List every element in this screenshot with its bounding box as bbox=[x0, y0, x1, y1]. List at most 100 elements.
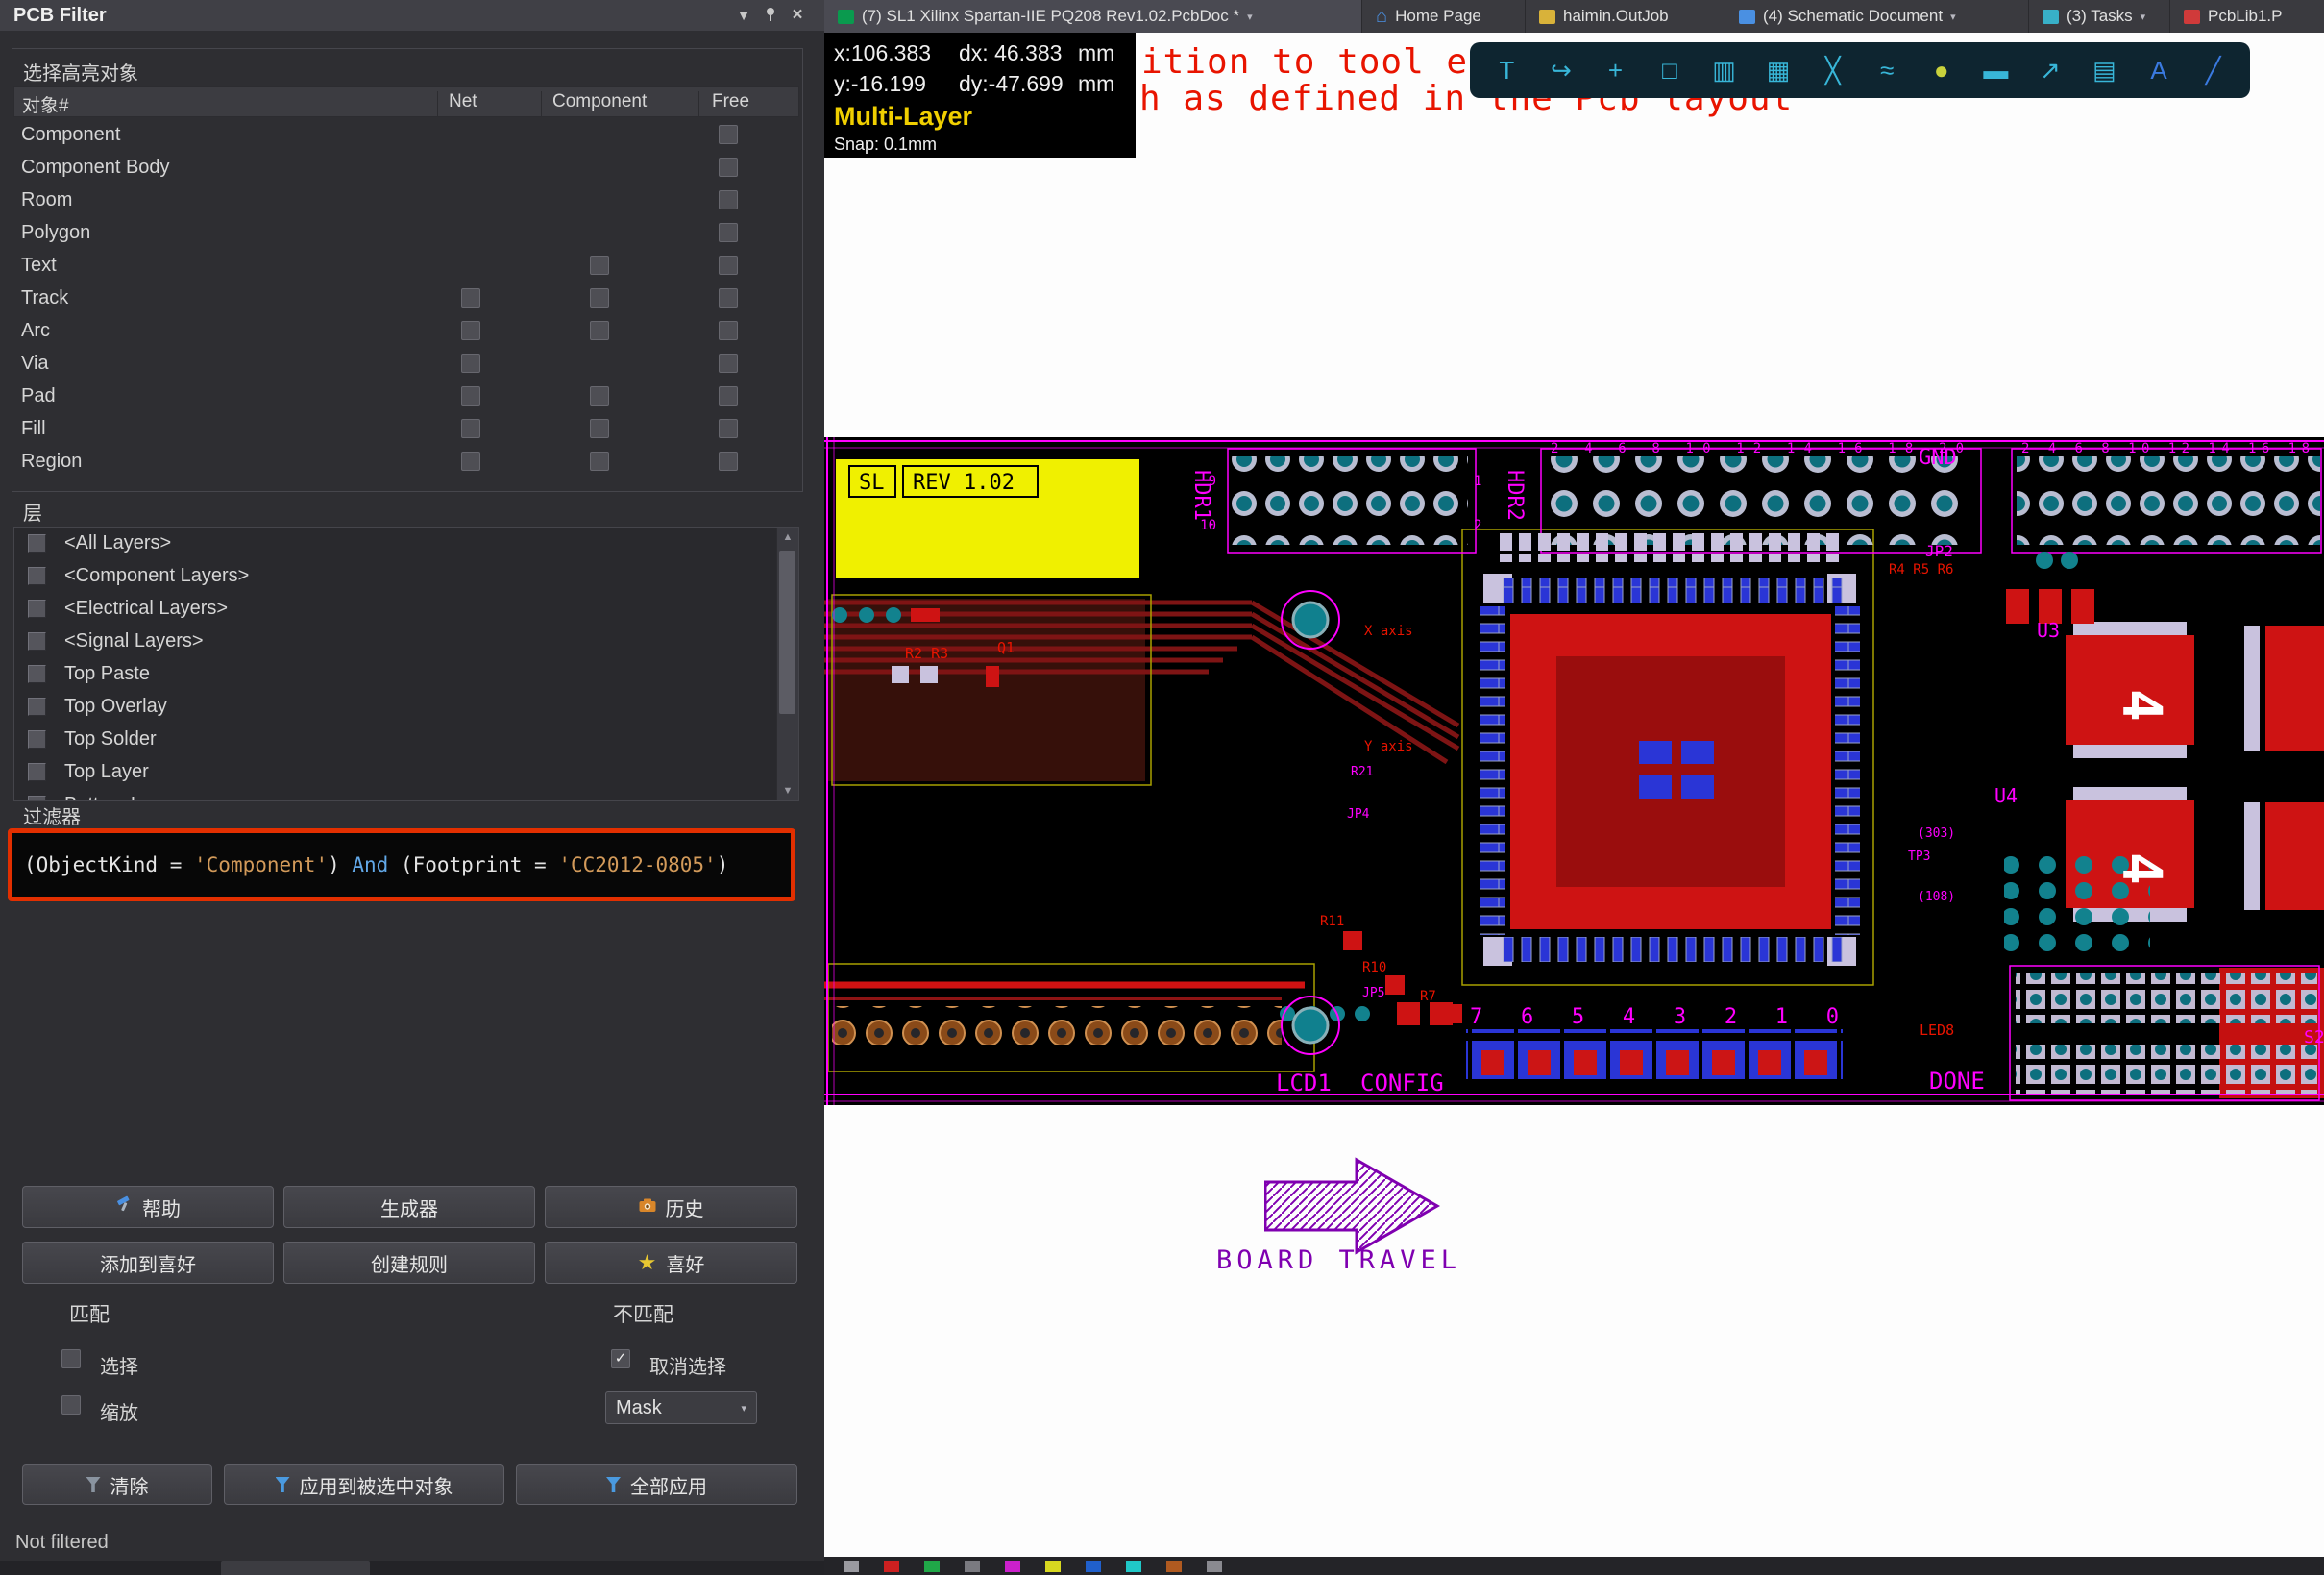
clear-button[interactable]: 清除 bbox=[22, 1464, 212, 1505]
designators-r2r3[interactable]: R2 R3 bbox=[905, 645, 948, 662]
layer-tab-chip[interactable] bbox=[1166, 1561, 1182, 1572]
builder-button[interactable]: 生成器 bbox=[283, 1186, 535, 1228]
apply-all-button[interactable]: 全部应用 bbox=[516, 1464, 797, 1505]
board-travel-arrow[interactable] bbox=[1264, 1153, 1447, 1259]
layer-checkbox[interactable] bbox=[28, 730, 46, 749]
route-icon[interactable]: ↪ bbox=[1540, 56, 1582, 86]
layer-checkbox[interactable] bbox=[28, 567, 46, 585]
net-checkbox[interactable] bbox=[461, 354, 480, 373]
deselect-checkbox[interactable] bbox=[611, 1349, 630, 1368]
tab-schematic[interactable]: (4) Schematic Document ▾ bbox=[1725, 0, 2029, 33]
designator-r21[interactable]: R21 bbox=[1351, 765, 1373, 779]
layer-item[interactable]: Top Paste bbox=[14, 658, 798, 691]
chevron-down-icon[interactable]: ▾ bbox=[2141, 11, 2146, 23]
net-checkbox[interactable] bbox=[461, 419, 480, 438]
layer-item[interactable]: <All Layers> bbox=[14, 528, 798, 560]
key-icon[interactable]: ● bbox=[1920, 56, 1963, 86]
layer-checkbox[interactable] bbox=[28, 632, 46, 651]
layer-tab-chip[interactable] bbox=[965, 1561, 980, 1572]
layer-tab-chip[interactable] bbox=[844, 1561, 859, 1572]
free-checkbox[interactable] bbox=[719, 158, 738, 177]
tab-home-page[interactable]: ⌂ Home Page bbox=[1362, 0, 1526, 33]
plane-icon[interactable]: ▬ bbox=[1974, 56, 2017, 86]
wave-icon[interactable]: ≈ bbox=[1866, 56, 1908, 86]
layer-item[interactable]: <Component Layers> bbox=[14, 560, 798, 593]
pcb-board[interactable]: SL REV 1.02 bbox=[824, 437, 2324, 1105]
net-checkbox[interactable] bbox=[461, 321, 480, 340]
favorites-button[interactable]: ★ 喜好 bbox=[545, 1242, 797, 1284]
free-checkbox[interactable] bbox=[719, 288, 738, 308]
pin-icon[interactable] bbox=[757, 7, 784, 25]
layer-item[interactable]: Top Layer bbox=[14, 756, 798, 789]
measure-icon[interactable]: ↗ bbox=[2029, 56, 2071, 86]
tab-pcbdoc[interactable]: (7) SL1 Xilinx Spartan-IIE PQ208 Rev1.02… bbox=[824, 0, 1362, 33]
net-checkbox[interactable] bbox=[461, 452, 480, 471]
value-108[interactable]: (108) bbox=[1918, 890, 1955, 904]
designator-u4[interactable]: U4 bbox=[1994, 784, 2018, 807]
through-hole-row[interactable] bbox=[832, 1006, 1282, 1045]
qfp-footprint[interactable] bbox=[1480, 574, 1860, 966]
layer-tab-chip[interactable] bbox=[1126, 1561, 1141, 1572]
label-done[interactable]: DONE bbox=[1929, 1068, 1985, 1095]
designator-q1[interactable]: Q1 bbox=[997, 639, 1015, 656]
designators-r4r5r6[interactable]: R4 R5 R6 bbox=[1889, 562, 1953, 578]
free-checkbox[interactable] bbox=[719, 321, 738, 340]
value-303[interactable]: (303) bbox=[1918, 826, 1955, 841]
axis-label-x[interactable]: X axis bbox=[1364, 624, 1413, 639]
board-travel-label[interactable]: BOARD TRAVEL bbox=[1216, 1245, 1504, 1275]
led-module-row[interactable] bbox=[1466, 1029, 1843, 1079]
pcb-editor-canvas[interactable]: ition to tool end h as defined in the Pc… bbox=[824, 33, 2324, 1575]
free-checkbox[interactable] bbox=[719, 125, 738, 144]
tab-outjob[interactable]: haimin.OutJob bbox=[1526, 0, 1725, 33]
layer-checkbox[interactable] bbox=[28, 763, 46, 781]
select-area-icon[interactable]: □ bbox=[1649, 56, 1691, 86]
line-icon[interactable]: ╱ bbox=[2192, 56, 2235, 86]
free-checkbox[interactable] bbox=[719, 190, 738, 209]
layer-checkbox[interactable] bbox=[28, 698, 46, 716]
scrollbar[interactable]: ▲ ▼ bbox=[776, 528, 798, 800]
grid-icon[interactable]: ▦ bbox=[1757, 56, 1799, 86]
designator-tp3[interactable]: TP3 bbox=[1908, 849, 1930, 864]
layer-item[interactable]: Top Overlay bbox=[14, 691, 798, 724]
report-icon[interactable]: ▤ bbox=[2083, 56, 2125, 86]
layer-tab-chip[interactable] bbox=[1005, 1561, 1020, 1572]
select-checkbox[interactable] bbox=[61, 1349, 81, 1368]
layer-item[interactable]: <Electrical Layers> bbox=[14, 593, 798, 626]
apply-selected-button[interactable]: 应用到被选中对象 bbox=[224, 1464, 504, 1505]
designator-r11[interactable]: R11 bbox=[1320, 914, 1344, 929]
scroll-thumb[interactable] bbox=[779, 551, 795, 714]
free-checkbox[interactable] bbox=[719, 354, 738, 373]
chevron-down-icon[interactable]: ▾ bbox=[1950, 11, 1956, 23]
create-rule-button[interactable]: 创建规则 bbox=[283, 1242, 535, 1284]
component-checkbox[interactable] bbox=[590, 419, 609, 438]
layer-checkbox[interactable] bbox=[28, 600, 46, 618]
filter-query-box[interactable]: (ObjectKind = 'Component') And (Footprin… bbox=[8, 828, 795, 901]
pcb-silkscreen-text[interactable]: ition to tool end bbox=[1141, 42, 1511, 82]
panel-tab[interactable] bbox=[221, 1561, 370, 1575]
component-checkbox[interactable] bbox=[590, 452, 609, 471]
layer-tab-chip[interactable] bbox=[1086, 1561, 1101, 1572]
scroll-down-icon[interactable]: ▼ bbox=[777, 781, 798, 800]
component-checkbox[interactable] bbox=[590, 321, 609, 340]
pin-header-pads[interactable] bbox=[2017, 456, 2320, 545]
designator-u3[interactable]: U3 bbox=[2037, 619, 2060, 642]
board-label-region[interactable]: SL REV 1.02 bbox=[836, 459, 1139, 578]
net-checkbox[interactable] bbox=[461, 386, 480, 406]
layer-item[interactable]: <Signal Layers> bbox=[14, 626, 798, 658]
layer-checkbox[interactable] bbox=[28, 534, 46, 553]
histogram-icon[interactable]: ▥ bbox=[1703, 56, 1746, 86]
net-checkbox[interactable] bbox=[461, 288, 480, 308]
designator-jp2[interactable]: JP2 bbox=[1925, 542, 1953, 560]
passive-component-row[interactable] bbox=[1497, 533, 1843, 562]
close-icon[interactable]: × bbox=[784, 5, 811, 26]
select-text-icon[interactable]: T bbox=[1485, 56, 1528, 86]
chevron-down-icon[interactable]: ▾ bbox=[1247, 11, 1253, 23]
layer-tab-chip[interactable] bbox=[924, 1561, 940, 1572]
panel-dropdown-icon[interactable]: ▼ bbox=[730, 8, 757, 23]
layer-tab-chip[interactable] bbox=[1207, 1561, 1222, 1572]
layer-checkbox[interactable] bbox=[28, 665, 46, 683]
mask-dropdown[interactable]: Mask ▾ bbox=[605, 1391, 757, 1424]
tab-pcblib[interactable]: PcbLib1.P bbox=[2170, 0, 2324, 33]
pin-header-pads[interactable] bbox=[1546, 456, 1969, 545]
designator-r10[interactable]: R10 bbox=[1362, 960, 1386, 975]
